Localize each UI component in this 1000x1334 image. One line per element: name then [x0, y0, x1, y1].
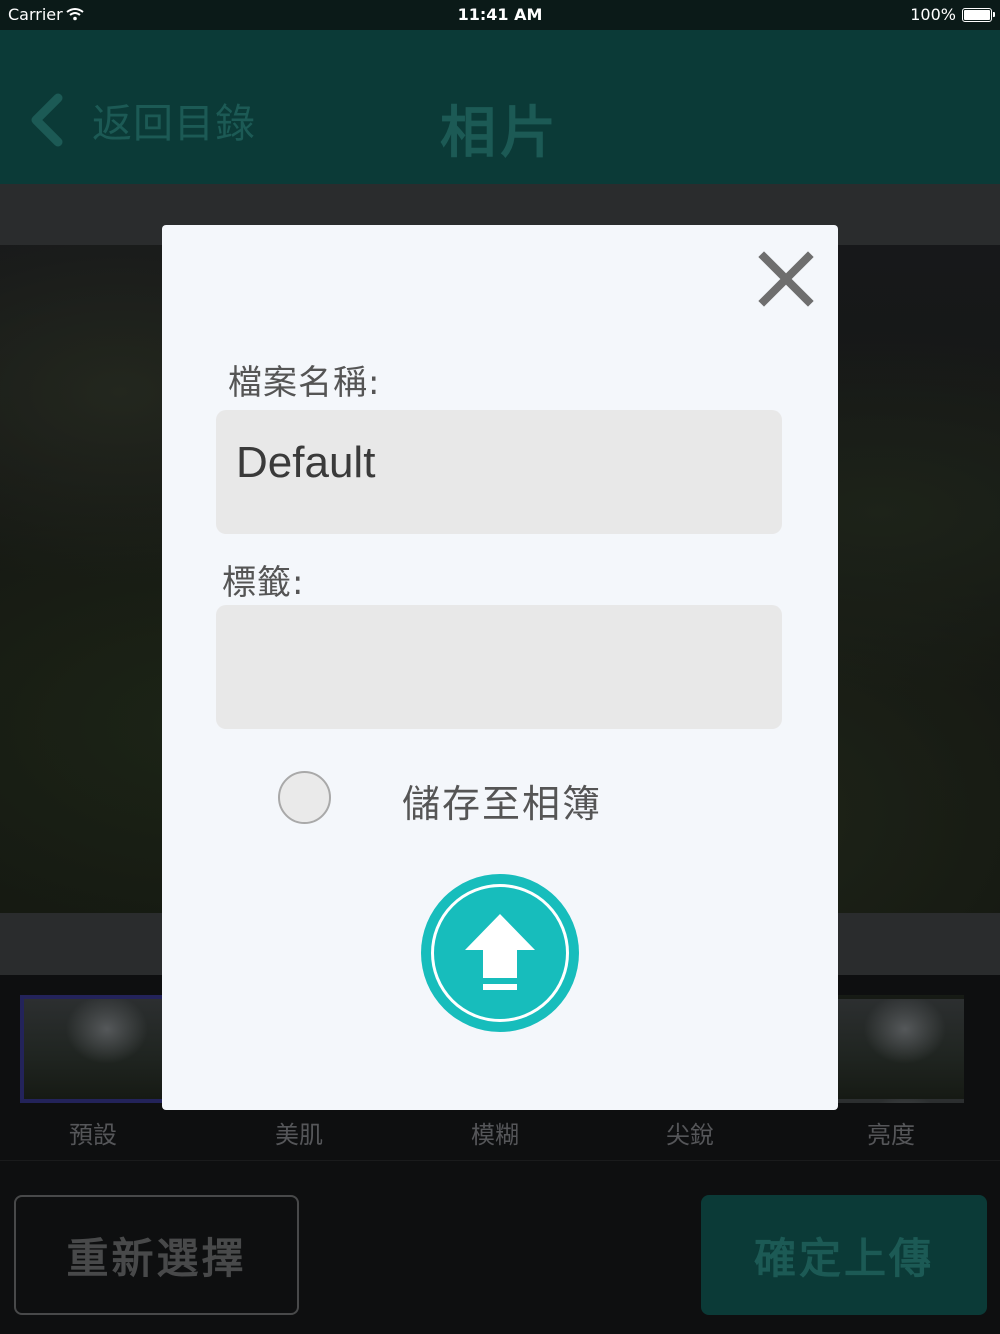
filter-thumbnail [818, 995, 964, 1103]
reselect-button[interactable]: 重新選擇 [14, 1195, 299, 1315]
status-bar: Carrier 11:41 AM 100% [0, 0, 1000, 30]
page-title: 相片 [440, 101, 560, 166]
nav-bar: 返回目錄 相片 [0, 30, 1000, 184]
bottom-bar: 重新選擇 確定上傳 [0, 1161, 1000, 1334]
filter-thumbnail [20, 995, 166, 1103]
tags-input[interactable] [216, 605, 782, 729]
filename-input[interactable] [216, 410, 782, 534]
tags-label: 標籤: [222, 563, 305, 603]
filename-label: 檔案名稱: [228, 363, 381, 403]
filter-label: 預設 [69, 1121, 117, 1149]
save-to-album-label[interactable]: 儲存至相簿 [402, 773, 602, 828]
filter-label: 美肌 [275, 1121, 323, 1149]
filter-default[interactable]: 預設 [20, 995, 166, 1150]
filter-label: 模糊 [471, 1121, 519, 1149]
clock: 11:41 AM [457, 5, 543, 24]
filter-brightness[interactable]: 亮度 [818, 995, 964, 1150]
close-icon [758, 251, 814, 307]
battery-percent: 100% [910, 5, 956, 24]
confirm-upload-button[interactable]: 確定上傳 [701, 1195, 987, 1315]
upload-button[interactable] [421, 874, 579, 1032]
filter-label: 亮度 [867, 1121, 915, 1149]
upload-dialog: 檔案名稱: 標籤: 儲存至相簿 [162, 225, 838, 1110]
save-to-album-radio[interactable] [278, 771, 331, 824]
close-button[interactable] [756, 249, 816, 309]
upload-arrow-icon [465, 914, 535, 990]
battery-icon [962, 8, 995, 22]
filter-label: 尖銳 [666, 1121, 714, 1149]
